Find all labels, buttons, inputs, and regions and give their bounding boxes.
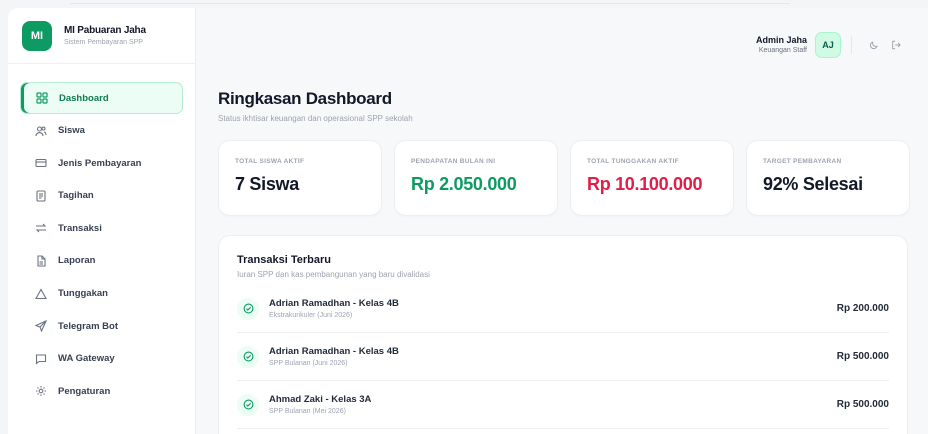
stat-value: 92% Selesai (763, 174, 863, 194)
panel-subtitle: Iuran SPP dan kas pembangunan yang baru … (237, 270, 430, 279)
stat-cards: TOTAL SISWA AKTIF 7 Siswa PENDAPATAN BUL… (218, 140, 910, 216)
transaction-name: Adrian Ramadhan - Kelas 4B (269, 346, 399, 357)
brand-title: MI Pabuaran Jaha (64, 25, 146, 36)
stat-card-target: TARGET PEMBAYARAN 92% Selesai (746, 140, 910, 216)
sidebar-item-label: Tagihan (58, 190, 94, 202)
top-divider-line (70, 3, 790, 4)
receipt-icon (34, 189, 47, 202)
check-circle-icon (237, 345, 259, 368)
transaction-name: Adrian Ramadhan - Kelas 4B (269, 298, 399, 309)
stat-card-total-siswa: TOTAL SISWA AKTIF 7 Siswa (218, 140, 382, 216)
brand-subtitle: Sistem Pembayaran SPP (64, 39, 143, 46)
transaction-desc: Ekstrakurikuler (Juni 2026) (269, 312, 353, 319)
transaction-desc: SPP Bulanan (Mei 2026) (269, 408, 346, 415)
stat-label: TOTAL TUNGGAKAN AKTIF (587, 158, 679, 165)
sidebar-item-jenis-pembayaran[interactable]: Jenis Pembayaran (20, 147, 183, 179)
gear-icon (34, 385, 47, 398)
transaction-amount: Rp 500.000 (836, 351, 889, 362)
user-role: Keuangan Staff (758, 47, 807, 54)
transaction-amount: Rp 200.000 (836, 303, 889, 314)
stat-label: PENDAPATAN BULAN INI (411, 158, 496, 165)
sidebar-item-pengaturan[interactable]: Pengaturan (20, 375, 183, 407)
sidebar-item-dashboard[interactable]: Dashboard (20, 82, 183, 114)
sidebar-item-label: Transaksi (58, 222, 102, 234)
theme-toggle-button[interactable] (866, 37, 882, 53)
topbar-divider (851, 35, 852, 54)
sidebar-item-laporan[interactable]: Laporan (20, 245, 183, 277)
file-icon (34, 254, 47, 267)
topbar: Admin Jaha Keuangan Staff AJ (196, 8, 928, 81)
stat-value: 7 Siswa (235, 174, 299, 194)
check-circle-icon (237, 393, 259, 416)
users-icon (34, 124, 47, 137)
credit-card-icon (34, 157, 47, 170)
sidebar-item-tagihan[interactable]: Tagihan (20, 180, 183, 212)
stat-card-tunggakan: TOTAL TUNGGAKAN AKTIF Rp 10.100.000 (570, 140, 734, 216)
stat-card-pendapatan: PENDAPATAN BULAN INI Rp 2.050.000 (394, 140, 558, 216)
page-title: Ringkasan Dashboard (218, 89, 392, 108)
brand-logo: MI (22, 20, 52, 51)
grid-icon (35, 92, 48, 105)
stat-value: Rp 2.050.000 (411, 174, 517, 194)
stat-label: TOTAL SISWA AKTIF (235, 158, 305, 165)
transaction-amount: Rp 500.000 (836, 399, 889, 410)
sidebar-item-label: Jenis Pembayaran (58, 157, 142, 169)
sidebar-item-label: Pengaturan (58, 385, 111, 397)
panel-title: Transaksi Terbaru (237, 254, 331, 266)
user-name: Admin Jaha (755, 35, 807, 45)
logout-button[interactable] (888, 37, 904, 53)
sidebar-item-wa-gateway[interactable]: WA Gateway (20, 343, 183, 375)
stat-label: TARGET PEMBAYARAN (763, 158, 842, 165)
sidebar-item-label: Tunggakan (58, 288, 108, 300)
moon-icon (869, 40, 879, 50)
app-shell: MI MI Pabuaran Jaha Sistem Pembayaran SP… (8, 8, 928, 434)
transaction-row[interactable]: Ahmad Zaki - Kelas 3A SPP Bulanan (Mei 2… (237, 381, 889, 429)
avatar[interactable]: AJ (815, 31, 841, 58)
transaction-list: Adrian Ramadhan - Kelas 4B Ekstrakurikul… (237, 285, 889, 429)
sidebar-item-label: Siswa (58, 125, 85, 137)
page-subtitle: Status ikhtisar keuangan dan operasional… (218, 114, 413, 123)
stat-value: Rp 10.100.000 (587, 174, 703, 194)
brand-text: MI Pabuaran Jaha Sistem Pembayaran SPP (64, 25, 146, 46)
user-info: Admin Jaha Keuangan Staff (756, 35, 807, 54)
sidebar-item-siswa[interactable]: Siswa (20, 115, 183, 147)
recent-transactions-panel: Transaksi Terbaru Iuran SPP dan kas pemb… (218, 235, 908, 434)
page-header: Ringkasan Dashboard Status ikhtisar keua… (196, 81, 928, 123)
logout-icon (891, 40, 901, 50)
sidebar-nav: Dashboard Siswa Jenis Pembayaran Tagihan… (8, 64, 195, 407)
transaction-name: Ahmad Zaki - Kelas 3A (269, 394, 372, 405)
main-content: Admin Jaha Keuangan Staff AJ Ringkasan D… (196, 8, 928, 434)
check-circle-icon (237, 297, 259, 320)
transaction-row[interactable]: Adrian Ramadhan - Kelas 4B Ekstrakurikul… (237, 285, 889, 333)
warning-icon (34, 287, 47, 300)
send-icon (34, 320, 47, 333)
brand[interactable]: MI MI Pabuaran Jaha Sistem Pembayaran SP… (8, 8, 195, 64)
sidebar-item-label: Telegram Bot (58, 320, 119, 332)
transaction-desc: SPP Bulanan (Juni 2026) (269, 360, 348, 367)
sidebar-item-label: WA Gateway (58, 353, 115, 365)
sidebar: MI MI Pabuaran Jaha Sistem Pembayaran SP… (8, 8, 196, 434)
sidebar-item-label: Dashboard (59, 92, 109, 104)
swap-icon (34, 222, 47, 235)
sidebar-item-tunggakan[interactable]: Tunggakan (20, 278, 183, 310)
sidebar-item-transaksi[interactable]: Transaksi (20, 212, 183, 244)
chat-icon (34, 352, 47, 365)
transaction-text: Adrian Ramadhan - Kelas 4B Ekstrakurikul… (269, 298, 837, 319)
sidebar-item-telegram-bot[interactable]: Telegram Bot (20, 310, 183, 342)
transaction-text: Adrian Ramadhan - Kelas 4B SPP Bulanan (… (269, 346, 837, 367)
sidebar-item-label: Laporan (58, 255, 96, 267)
transaction-row[interactable]: Adrian Ramadhan - Kelas 4B SPP Bulanan (… (237, 333, 889, 381)
transaction-text: Ahmad Zaki - Kelas 3A SPP Bulanan (Mei 2… (269, 394, 837, 415)
